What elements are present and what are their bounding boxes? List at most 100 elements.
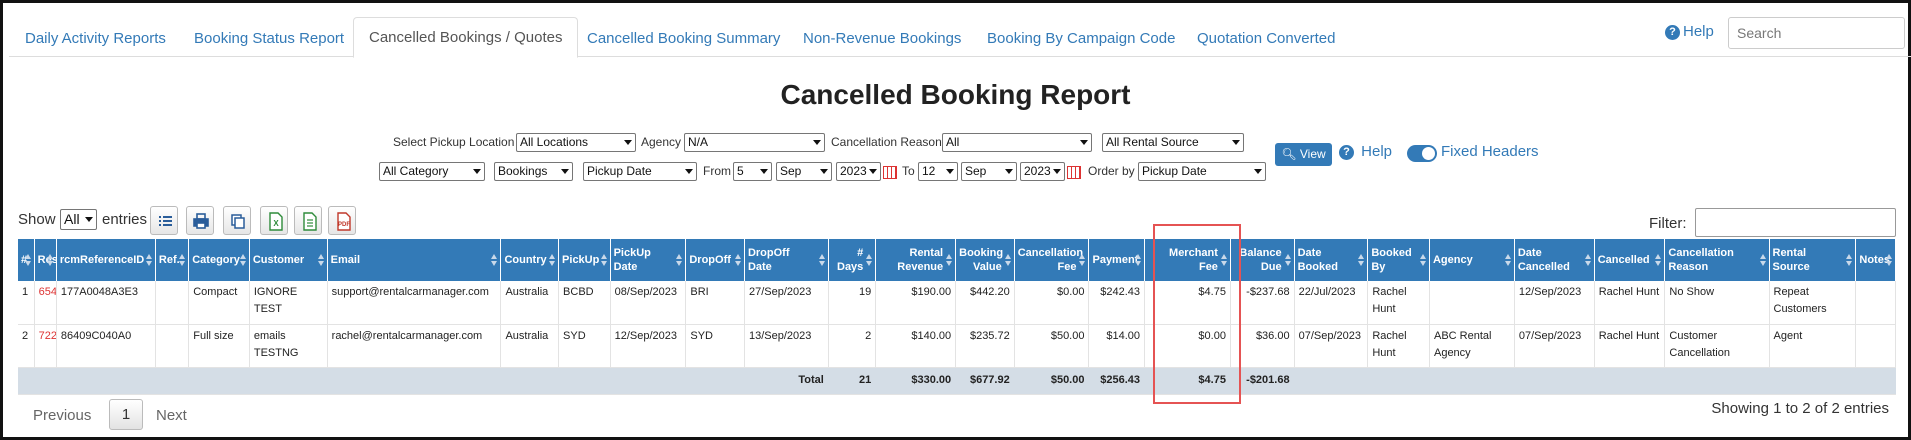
tab-cancelled-booking-summary[interactable]: Cancelled Booking Summary <box>587 21 780 57</box>
column-header-label: Country <box>504 254 547 266</box>
chevron-down-icon <box>1053 169 1061 174</box>
chevron-down-icon <box>820 169 828 174</box>
tab-quotation-converted[interactable]: Quotation Converted <box>1197 21 1335 57</box>
column-header[interactable]: Country <box>500 239 560 281</box>
table-cell <box>1664 367 1770 395</box>
chevron-down-icon <box>1080 140 1088 145</box>
column-header[interactable]: Booked By <box>1367 239 1430 281</box>
column-header[interactable]: Payment <box>1088 239 1146 281</box>
sort-icon <box>145 254 153 266</box>
chevron-down-icon <box>473 169 481 174</box>
copy-button[interactable] <box>223 206 251 235</box>
column-header[interactable]: PickUp Date <box>610 239 687 281</box>
column-header[interactable]: Rental Revenue <box>875 239 957 281</box>
view-button[interactable]: 🔍︎ View <box>1275 143 1332 166</box>
column-header[interactable]: Cancelled <box>1594 239 1666 281</box>
category-select[interactable]: All Category <box>379 162 485 181</box>
table-cell: 177A0048A3E3 <box>56 281 156 325</box>
column-header[interactable]: Booking Value <box>955 239 1015 281</box>
booking-type-select[interactable]: Bookings <box>494 162 573 181</box>
help-label: Help <box>1683 23 1714 40</box>
sort-icon <box>1419 254 1427 266</box>
agency-select[interactable]: N/A <box>684 133 825 152</box>
tab-non-revenue-bookings[interactable]: Non-Revenue Bookings <box>803 21 961 57</box>
column-header[interactable]: Res. <box>34 239 61 281</box>
next-page-button[interactable]: Next <box>156 407 187 424</box>
column-header[interactable]: Date Cancelled <box>1514 239 1595 281</box>
table-cell: IGNORE TEST <box>249 281 328 325</box>
pdf-button[interactable]: PDF <box>328 206 356 235</box>
table-filter-input[interactable] <box>1695 208 1896 237</box>
column-header[interactable]: DropOff <box>685 239 745 281</box>
reservation-link[interactable]: 722 <box>34 324 57 368</box>
csv-button[interactable] <box>294 206 322 235</box>
print-button[interactable] <box>186 206 214 235</box>
sort-icon <box>1004 254 1012 266</box>
filter-help-link[interactable]: ? Help <box>1339 143 1392 160</box>
calendar-icon[interactable] <box>1067 166 1081 179</box>
column-header[interactable]: Email <box>327 239 502 281</box>
column-header[interactable]: # Days <box>828 239 877 281</box>
help-link[interactable]: ? Help <box>1665 23 1714 40</box>
column-header[interactable]: DropOff Date <box>744 239 829 281</box>
table-cell: 1 <box>18 281 35 325</box>
column-header[interactable]: Agency <box>1429 239 1515 281</box>
entries-select[interactable]: All <box>60 209 97 230</box>
column-header-label: Booked By <box>1371 247 1412 273</box>
column-header[interactable]: PickUp <box>558 239 611 281</box>
column-header[interactable]: Ref. <box>155 239 190 281</box>
search-input[interactable] <box>1728 17 1905 49</box>
calendar-icon[interactable] <box>883 166 897 179</box>
entries-info: Showing 1 to 2 of 2 entries <box>1711 400 1889 417</box>
to-label: To <box>902 164 915 178</box>
table-cell: 13/Sep/2023 <box>744 324 829 368</box>
pickup-location-select[interactable]: All Locations <box>516 133 636 152</box>
to-month-select[interactable]: Sep <box>961 162 1017 181</box>
table-cell: Full size <box>188 324 250 368</box>
excel-button[interactable]: X <box>260 206 288 235</box>
table-cell: SYD <box>558 324 611 368</box>
column-header[interactable]: Cancellation Reason <box>1664 239 1770 281</box>
column-header[interactable]: Rental Source <box>1769 239 1857 281</box>
table-cell: BRI <box>685 281 745 325</box>
column-header[interactable]: Notes <box>1855 239 1896 281</box>
sort-icon <box>1886 254 1893 266</box>
rental-source-select[interactable]: All Rental Source <box>1102 133 1244 152</box>
pickup-location-label: Select Pickup Location <box>393 135 515 149</box>
tab-booking-status-report[interactable]: Booking Status Report <box>194 21 344 57</box>
column-header[interactable]: # <box>18 239 35 281</box>
reservation-link[interactable]: 654 <box>34 281 57 325</box>
column-header-label: Customer <box>252 254 305 266</box>
cancellation-reason-select[interactable]: All <box>942 133 1092 152</box>
column-header[interactable]: Customer <box>249 239 328 281</box>
from-month-select[interactable]: Sep <box>776 162 832 181</box>
rental-source-value: All Rental Source <box>1106 135 1199 149</box>
tab-daily-activity-reports[interactable]: Daily Activity Reports <box>25 21 166 57</box>
total-rental-revenue: $330.00 <box>875 367 957 395</box>
column-header[interactable]: Cancellation Fee <box>1014 239 1090 281</box>
tab-cancelled-bookings-quotes[interactable]: Cancelled Bookings / Quotes <box>353 17 579 58</box>
sort-icon <box>1504 254 1512 266</box>
page-1-button[interactable]: 1 <box>109 399 143 430</box>
sort-icon <box>179 254 186 266</box>
previous-page-button[interactable]: Previous <box>33 407 91 424</box>
column-header[interactable]: Category <box>188 239 250 281</box>
table-cell: SYD <box>685 324 745 368</box>
fixed-headers-toggle[interactable] <box>1407 145 1437 162</box>
table-cell <box>56 367 156 395</box>
from-year-select[interactable]: 2023 <box>836 162 881 181</box>
column-list-button[interactable] <box>150 206 178 235</box>
fixed-headers-label: Fixed Headers <box>1441 143 1539 160</box>
column-header-label: Cancellation Fee <box>1017 247 1084 273</box>
column-header[interactable]: rcmReferenceID <box>56 239 156 281</box>
column-header-label: Date Booked <box>1297 247 1338 273</box>
from-day-select[interactable]: 5 <box>733 162 772 181</box>
date-type-select[interactable]: Pickup Date <box>583 162 697 181</box>
order-by-select[interactable]: Pickup Date <box>1138 162 1266 181</box>
to-year-select[interactable]: 2023 <box>1020 162 1065 181</box>
column-header[interactable]: Date Booked <box>1294 239 1369 281</box>
filter-help-label: Help <box>1361 143 1393 160</box>
to-day-select[interactable]: 12 <box>918 162 958 181</box>
tab-booking-by-campaign-code[interactable]: Booking By Campaign Code <box>987 21 1175 57</box>
table-cell: Rachel Hunt <box>1594 324 1666 368</box>
